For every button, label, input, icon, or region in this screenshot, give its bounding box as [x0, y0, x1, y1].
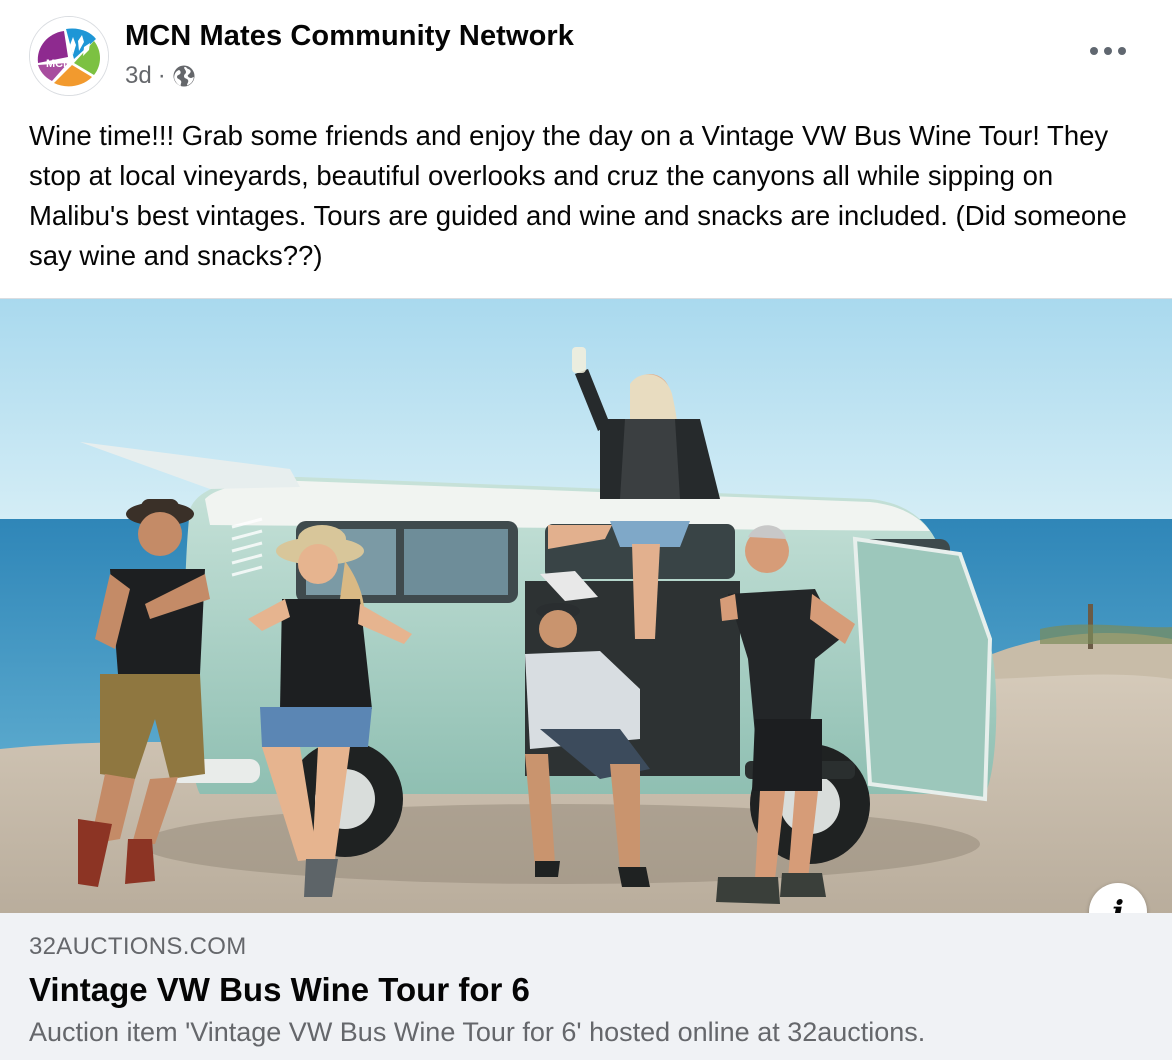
post-time[interactable]: 3d — [125, 62, 152, 90]
link-preview[interactable]: 32AUCTIONS.COM Vintage VW Bus Wine Tour … — [0, 913, 1172, 1060]
post-header: MCN MCN Mates Community Network 3d · — [0, 0, 1172, 110]
link-description: Auction item 'Vintage VW Bus Wine Tour f… — [29, 1017, 926, 1047]
avatar-text: MCN — [46, 58, 71, 70]
photo-illustration — [0, 299, 1172, 913]
globe-icon — [172, 64, 196, 88]
link-title[interactable]: Vintage VW Bus Wine Tour for 6 — [29, 971, 530, 1009]
meta-separator: · — [157, 62, 166, 89]
post-text: Wine time!!! Grab some friends and enjoy… — [29, 120, 1127, 271]
page-name[interactable]: MCN Mates Community Network — [125, 20, 574, 53]
mcn-logo: MCN — [30, 17, 108, 95]
page-avatar[interactable]: MCN — [29, 16, 109, 96]
vintage-vw-bus-photo[interactable] — [0, 298, 1172, 913]
more-horizontal-icon — [1090, 47, 1126, 55]
post-meta: 3d · — [125, 62, 196, 90]
link-domain: 32AUCTIONS.COM — [29, 933, 247, 960]
facebook-post: MCN MCN Mates Community Network 3d · Win — [0, 0, 1172, 1060]
more-options-button[interactable] — [1088, 36, 1128, 66]
